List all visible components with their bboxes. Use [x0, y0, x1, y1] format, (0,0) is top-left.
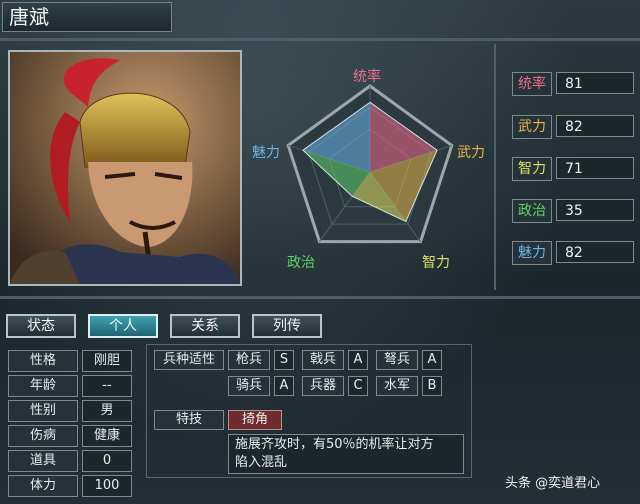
stats-divider: [494, 44, 496, 290]
tab-relations[interactable]: 关系: [170, 314, 240, 338]
portrait-art: [10, 52, 240, 284]
stat-value: 35: [556, 199, 634, 221]
info-label: 道具: [8, 450, 78, 472]
top-divider: [0, 38, 640, 41]
skill-desc-line2: 陷入混乱: [235, 455, 288, 470]
stat-label: 武力: [512, 115, 552, 139]
aptitude-grade-cavalry: A: [274, 376, 294, 396]
aptitude-label-navy: 水军: [376, 376, 418, 396]
aptitude-grade-spear: S: [274, 350, 294, 370]
skill-name[interactable]: 掎角: [228, 410, 282, 430]
radar-label-war: 武力: [457, 145, 485, 161]
info-row-items: 道具 0: [8, 450, 132, 472]
aptitude-grade-crossbow: A: [422, 350, 442, 370]
info-row-personality: 性格 刚胆: [8, 350, 132, 372]
info-label: 伤病: [8, 425, 78, 447]
personal-info-panel: 性格 刚胆 年龄 -- 性别 男 伤病 健康 道具 0 体力 100: [4, 346, 132, 498]
stat-label: 魅力: [512, 241, 552, 265]
watermark: 头条 @奕道君心: [505, 476, 601, 491]
stat-label: 统率: [512, 72, 552, 96]
aptitude-label-halberd: 戟兵: [302, 350, 344, 370]
attribute-radar-chart: 统率 武力 智力 政治 魅力: [250, 60, 490, 280]
tab-personal[interactable]: 个人: [88, 314, 158, 338]
radar-label-cha: 魅力: [252, 145, 280, 161]
aptitude-grade-halberd: A: [348, 350, 368, 370]
stat-label: 智力: [512, 157, 552, 181]
radar-svg: [286, 84, 454, 244]
stat-value: 82: [556, 115, 634, 137]
stat-row-cha: 魅力 82: [512, 241, 634, 265]
stat-value: 82: [556, 241, 634, 263]
info-row-health: 伤病 健康: [8, 425, 132, 447]
stat-row-lead: 统率 81: [512, 72, 634, 96]
info-value: 健康: [82, 425, 132, 447]
skill-label: 特技: [154, 410, 224, 430]
officer-name-title: 唐斌: [2, 2, 172, 32]
radar-label-pol: 政治: [287, 255, 315, 271]
info-row-age: 年龄 --: [8, 375, 132, 397]
info-label: 性格: [8, 350, 78, 372]
info-value: 男: [82, 400, 132, 422]
aptitude-label-siege: 兵器: [302, 376, 344, 396]
tab-status[interactable]: 状态: [6, 314, 76, 338]
stat-value: 71: [556, 157, 634, 179]
stat-value: 81: [556, 72, 634, 94]
info-label: 年龄: [8, 375, 78, 397]
aptitude-grade-navy: B: [422, 376, 442, 396]
info-value: --: [82, 375, 132, 397]
aptitude-header: 兵种适性: [154, 350, 224, 370]
tab-biography[interactable]: 列传: [252, 314, 322, 338]
aptitude-label-spear: 枪兵: [228, 350, 270, 370]
aptitude-label-crossbow: 弩兵: [376, 350, 418, 370]
stat-label: 政治: [512, 199, 552, 223]
info-label: 性别: [8, 400, 78, 422]
officer-portrait: [8, 50, 242, 286]
aptitude-label-cavalry: 骑兵: [228, 376, 270, 396]
skill-desc-line1: 施展齐攻时，有50％的机率让对方: [235, 437, 434, 452]
skill-description: 施展齐攻时，有50％的机率让对方 陷入混乱: [228, 434, 464, 474]
info-row-stamina: 体力 100: [8, 475, 132, 497]
mid-divider: [0, 296, 640, 299]
aptitude-grade-siege: C: [348, 376, 368, 396]
info-value: 刚胆: [82, 350, 132, 372]
stat-row-int: 智力 71: [512, 157, 634, 181]
info-row-gender: 性别 男: [8, 400, 132, 422]
radar-label-lead: 统率: [353, 69, 381, 85]
radar-label-int: 智力: [422, 255, 450, 271]
info-value: 100: [82, 475, 132, 497]
stat-row-pol: 政治 35: [512, 199, 634, 223]
stat-row-war: 武力 82: [512, 115, 634, 139]
info-value: 0: [82, 450, 132, 472]
info-label: 体力: [8, 475, 78, 497]
